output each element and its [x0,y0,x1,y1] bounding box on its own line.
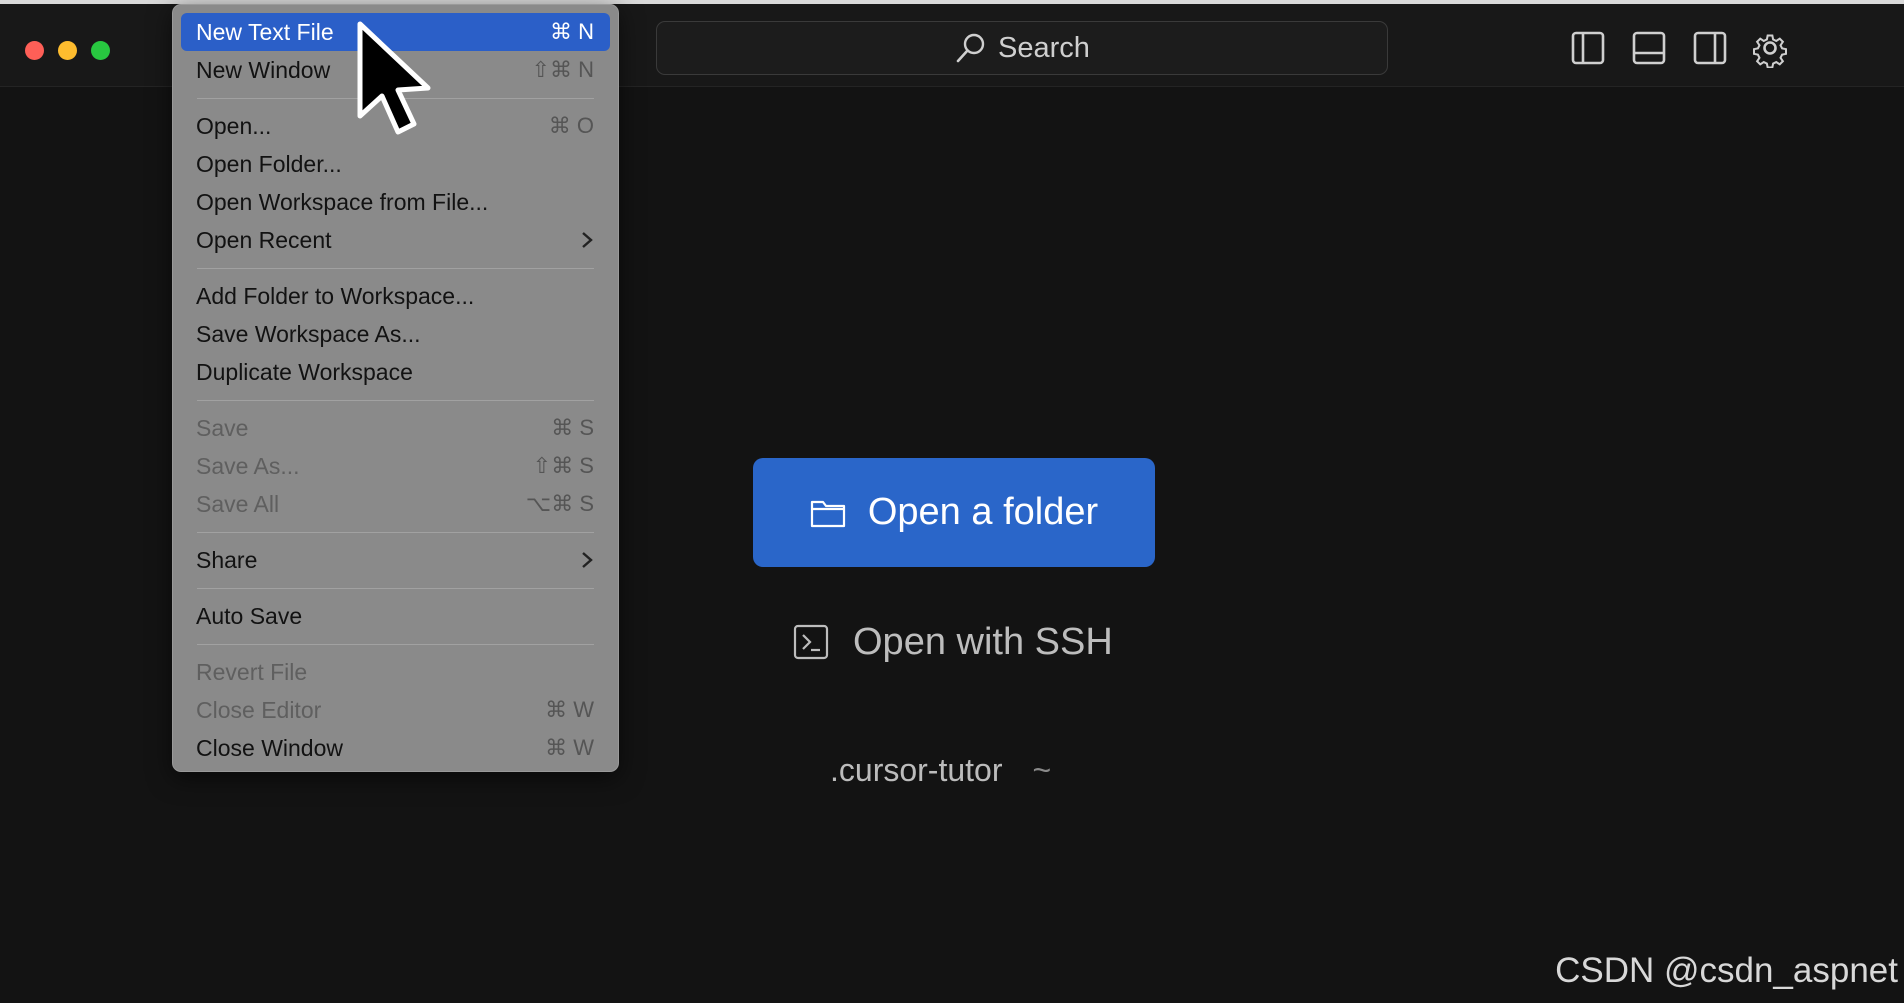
open-folder-button[interactable]: Open a folder [753,458,1155,567]
maximize-window-button[interactable] [91,41,110,60]
menu-item-label: New Text File [196,18,334,45]
menu-item-open-workspace-from-file[interactable]: Open Workspace from File... [181,183,610,221]
layout-controls [1571,28,1904,72]
menu-item-shortcut: ⌘ O [548,113,594,138]
menu-item-auto-save[interactable]: Auto Save [181,597,610,635]
toggle-primary-sidebar-icon[interactable] [1568,28,1608,68]
menu-item-label: Save As... [196,452,300,479]
command-search-bar[interactable]: Search [656,21,1388,75]
menu-item-save-as[interactable]: Save As... ⇧⌘ S [181,447,610,485]
watermark: CSDN @csdn_aspnet [1555,951,1898,990]
menu-item-save[interactable]: Save ⌘ S [181,409,610,447]
menu-separator [197,644,594,645]
menu-separator [197,98,594,99]
close-window-button[interactable] [25,41,44,60]
menu-item-label: Share [196,546,258,573]
recent-project-item[interactable]: .cursor-tutor ~ [830,748,1051,792]
menu-item-label: New Window [196,56,331,83]
menu-item-save-all[interactable]: Save All ⌥⌘ S [181,485,610,523]
menu-item-open-folder[interactable]: Open Folder... [181,145,610,183]
menu-item-label: Duplicate Workspace [196,358,413,385]
minimize-window-button[interactable] [58,41,77,60]
menu-item-new-text-file[interactable]: New Text File ⌘ N [181,13,610,51]
toggle-panel-icon[interactable] [1629,28,1669,68]
menu-item-label: Open Workspace from File... [196,188,489,215]
menu-item-shortcut: ⌥⌘ S [525,491,594,516]
chevron-right-icon [582,232,593,248]
menu-item-close-editor[interactable]: Close Editor ⌘ W [181,691,610,729]
menu-item-shortcut: ⌘ S [551,415,594,440]
open-ssh-button[interactable]: Open with SSH [793,612,1133,672]
gear-icon[interactable] [1750,28,1790,68]
folder-icon [810,500,845,527]
menu-item-label: Close Window [196,734,343,761]
search-icon [956,33,985,63]
menu-item-shortcut: ⇧⌘ N [531,57,594,82]
menu-item-label: Open Recent [196,226,332,253]
terminal-icon [793,624,829,660]
menu-item-duplicate-workspace[interactable]: Duplicate Workspace [181,353,610,391]
menu-item-label: Auto Save [196,602,303,629]
recent-project-name: .cursor-tutor [830,751,1003,788]
menu-separator [197,532,594,533]
menu-item-shortcut: ⇧⌘ S [532,453,594,478]
open-folder-label: Open a folder [867,491,1099,533]
file-menu: New Text File ⌘ N New Window ⇧⌘ N Open..… [172,4,619,772]
toggle-secondary-sidebar-icon[interactable] [1690,28,1730,68]
menu-item-label: Revert File [196,658,308,685]
menu-item-close-window[interactable]: Close Window ⌘ W [181,729,610,767]
menu-item-label: Open Folder... [196,150,342,177]
search-label: Search [998,31,1090,64]
menu-item-revert-file[interactable]: Revert File [181,653,610,691]
menu-item-label: Add Folder to Workspace... [196,282,475,309]
menu-item-shortcut: ⌘ N [550,19,594,44]
menu-item-save-workspace-as[interactable]: Save Workspace As... [181,315,610,353]
menu-separator [197,268,594,269]
menu-item-label: Close Editor [196,696,322,723]
open-ssh-label: Open with SSH [853,620,1113,663]
chevron-right-icon [582,552,593,568]
menu-item-open[interactable]: Open... ⌘ O [181,107,610,145]
menu-item-shortcut: ⌘ W [545,735,594,760]
menu-item-shortcut: ⌘ W [545,697,594,722]
menu-item-share[interactable]: Share [181,541,610,579]
menu-item-label: Save Workspace As... [196,320,421,347]
menu-item-label: Save [196,414,249,441]
menu-item-new-window[interactable]: New Window ⇧⌘ N [181,51,610,89]
recent-project-path: ~ [1032,751,1052,788]
menu-item-label: Save All [196,490,280,517]
menu-item-label: Open... [196,112,272,139]
menu-item-open-recent[interactable]: Open Recent [181,221,610,259]
menu-item-add-folder-to-workspace[interactable]: Add Folder to Workspace... [181,277,610,315]
menu-separator [197,400,594,401]
menu-separator [197,588,594,589]
app-window: Search Open a folder Open with SSH .curs… [0,0,1904,1003]
